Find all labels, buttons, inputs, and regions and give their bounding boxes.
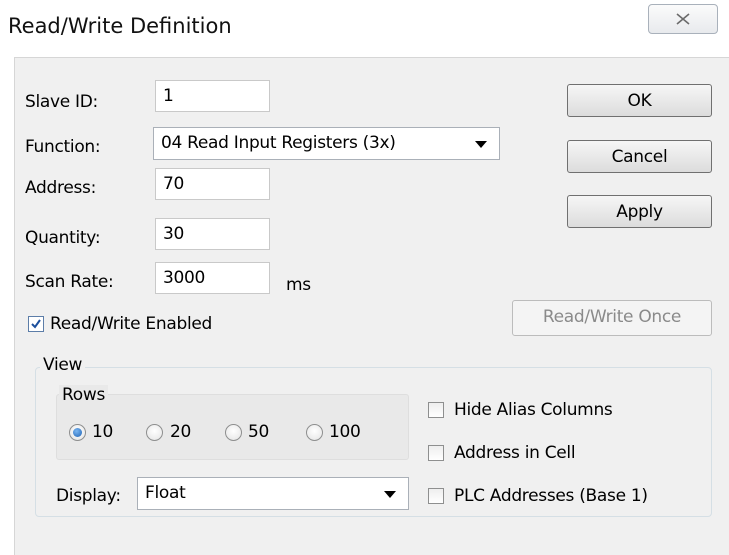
scan-rate-unit: ms bbox=[286, 275, 311, 295]
address-label: Address: bbox=[25, 178, 97, 198]
title-bar: Read/Write Definition bbox=[0, 0, 729, 46]
address-in-cell-checkbox[interactable] bbox=[428, 445, 444, 461]
rows-group-label: Rows bbox=[59, 385, 109, 405]
cancel-button[interactable]: Cancel bbox=[567, 140, 712, 173]
view-group-label: View bbox=[40, 355, 86, 375]
dropdown-arrow-icon bbox=[384, 491, 396, 498]
slave-id-input[interactable]: 1 bbox=[155, 80, 270, 112]
rows-radio-100[interactable] bbox=[306, 424, 323, 441]
read-write-once-button[interactable]: Read/Write Once bbox=[512, 300, 712, 336]
rw-enabled-label: Read/Write Enabled bbox=[50, 314, 213, 334]
function-label: Function: bbox=[25, 137, 101, 157]
display-select-value: Float bbox=[145, 483, 186, 503]
close-button[interactable] bbox=[648, 4, 718, 34]
address-in-cell-label: Address in Cell bbox=[454, 443, 576, 463]
quantity-label: Quantity: bbox=[25, 228, 101, 248]
rows-option-100-label: 100 bbox=[329, 422, 361, 442]
address-input[interactable]: 70 bbox=[155, 168, 270, 200]
plc-addresses-label: PLC Addresses (Base 1) bbox=[454, 486, 648, 506]
slave-id-label: Slave ID: bbox=[25, 92, 98, 112]
rows-radio-20[interactable] bbox=[146, 424, 163, 441]
plc-addresses-checkbox[interactable] bbox=[428, 488, 444, 504]
hide-alias-checkbox[interactable] bbox=[428, 402, 444, 418]
quantity-input[interactable]: 30 bbox=[155, 218, 270, 250]
display-label: Display: bbox=[56, 486, 121, 506]
ok-button[interactable]: OK bbox=[567, 84, 712, 117]
rows-option-20-label: 20 bbox=[170, 422, 192, 442]
rows-radio-10[interactable] bbox=[69, 424, 86, 441]
dropdown-arrow-icon bbox=[475, 141, 487, 148]
rows-option-10-label: 10 bbox=[92, 422, 114, 442]
function-select[interactable]: 04 Read Input Registers (3x) bbox=[153, 127, 500, 160]
dialog-title: Read/Write Definition bbox=[8, 14, 232, 38]
close-x-icon bbox=[676, 13, 690, 25]
hide-alias-label: Hide Alias Columns bbox=[454, 400, 613, 420]
scan-rate-label: Scan Rate: bbox=[25, 272, 114, 292]
scan-rate-input[interactable]: 3000 bbox=[155, 262, 270, 294]
rows-option-50-label: 50 bbox=[248, 422, 270, 442]
function-select-value: 04 Read Input Registers (3x) bbox=[161, 133, 396, 153]
rw-enabled-checkbox[interactable] bbox=[28, 316, 44, 332]
rows-radio-50[interactable] bbox=[225, 424, 242, 441]
apply-button[interactable]: Apply bbox=[567, 195, 712, 228]
display-select[interactable]: Float bbox=[137, 477, 409, 510]
check-mark-icon bbox=[31, 319, 41, 329]
